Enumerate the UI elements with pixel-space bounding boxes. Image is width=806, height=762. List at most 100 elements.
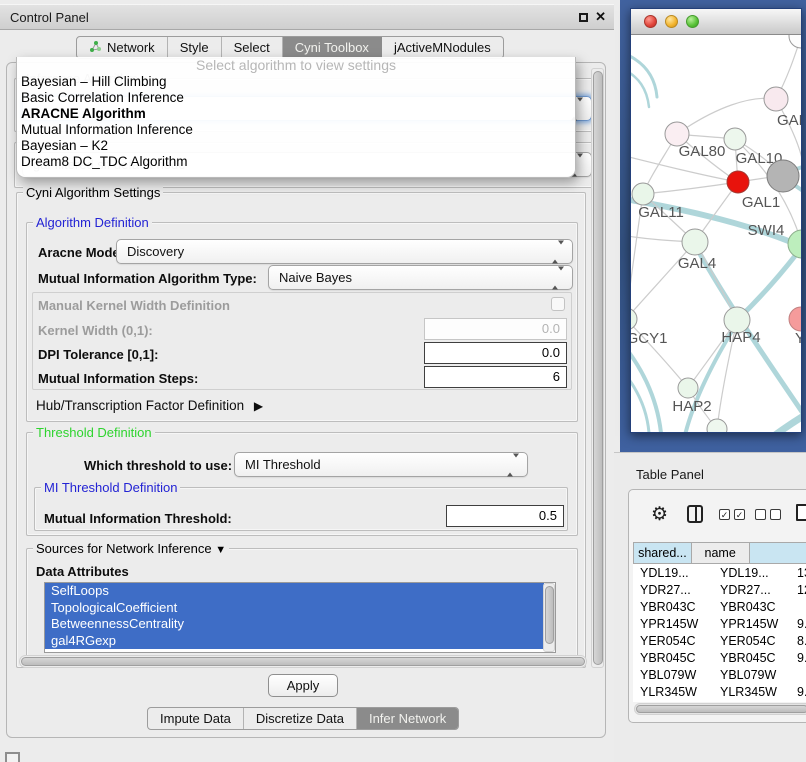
network-node-swi4[interactable] [788, 230, 801, 258]
tab-infer-network[interactable]: Infer Network [357, 708, 458, 729]
network-window-titlebar[interactable] [631, 9, 801, 35]
table-row[interactable]: YDL19...YDL19...13 [633, 564, 806, 581]
close-icon[interactable]: ✕ [595, 9, 606, 25]
network-node-gcy1[interactable] [631, 308, 637, 330]
document-icon[interactable] [796, 504, 806, 521]
tab-impute-data[interactable]: Impute Data [148, 708, 244, 729]
aracne-mode-value: Discovery [127, 244, 184, 259]
checked-checkbox-icon[interactable]: ✓ [719, 509, 730, 520]
zoom-traffic-light[interactable] [686, 15, 699, 28]
network-view-window[interactable]: GALGAL80GAL10GAL1GAL11SWI4GAL4GCY1HAP4YH… [630, 8, 802, 433]
attribute-item-betweennesscentrality[interactable]: BetweennessCentrality [45, 616, 544, 633]
network-node[interactable] [767, 160, 799, 192]
attr-list-scrollbar[interactable] [543, 583, 555, 652]
network-node-gal[interactable] [764, 87, 788, 111]
aracne-mode-combo[interactable]: Discovery [116, 239, 573, 264]
tab-jactivemnodules[interactable]: jActiveMNodules [382, 37, 503, 58]
kernel-width-field[interactable]: 0.0 [424, 318, 567, 340]
which-threshold-combo[interactable]: MI Threshold [234, 452, 528, 477]
cell-name: YBL079W [713, 668, 792, 682]
data-attributes-list[interactable]: SelfLoopsTopologicalCoefficientBetweenne… [44, 582, 556, 653]
network-node-gal1[interactable] [727, 171, 749, 193]
triangle-down-icon: ▼ [215, 544, 226, 556]
screen: Control Panel ✕ NetworkStyleSelectCyni T… [0, 0, 806, 762]
unchecked-checkbox-icon[interactable] [770, 509, 781, 520]
network-node-hap2[interactable] [678, 378, 698, 398]
triangle-right-icon: ▶ [254, 399, 263, 413]
table-row[interactable]: YPR145WYPR145W9. [633, 615, 806, 632]
tab-label: Cyni Toolbox [295, 40, 369, 55]
cell-shared-name: YIL052C [633, 702, 713, 703]
settings-vertical-scrollbar[interactable] [591, 68, 604, 668]
tab-cyni-toolbox[interactable]: Cyni Toolbox [283, 37, 382, 58]
table-row[interactable]: YBL079WYBL079W [633, 666, 806, 683]
table-row[interactable]: YBR045CYBR045C9. [633, 649, 806, 666]
minimize-traffic-light[interactable] [665, 15, 678, 28]
table-row[interactable]: YBR043CYBR043C [633, 598, 806, 615]
hub-expander-label: Hub/Transcription Factor Definition [36, 398, 244, 413]
cell-value: 9. [792, 617, 806, 631]
mi-type-combo[interactable]: Naive Bayes [268, 265, 573, 290]
cell-shared-name: YLR345W [633, 685, 713, 699]
tab-network[interactable]: Network [77, 37, 168, 58]
network-node-y[interactable] [789, 307, 801, 331]
table-panel-title: Table Panel [636, 467, 704, 482]
algorithm-definition-title: Algorithm Definition [33, 215, 152, 230]
cyni-algorithm-settings-title: Cyni Algorithm Settings [23, 185, 163, 200]
apply-button[interactable]: Apply [268, 674, 338, 697]
column-header-shared-name[interactable]: shared... [633, 542, 692, 564]
algorithm-option-dream8-dc-tdc-algorithm[interactable]: Dream8 DC_TDC Algorithm [17, 154, 575, 170]
node-label-gcy1: GCY1 [631, 330, 667, 347]
tab-label: Select [234, 40, 270, 55]
cell-shared-name: YBR043C [633, 600, 713, 614]
table-row[interactable]: YER054CYER054C8. [633, 632, 806, 649]
table-header[interactable]: shared... name [633, 542, 806, 564]
network-canvas[interactable]: GALGAL80GAL10GAL1GAL11SWI4GAL4GCY1HAP4YH… [631, 35, 801, 432]
bottom-tabs: Impute DataDiscretize DataInfer Network [147, 707, 459, 730]
sources-group-title[interactable]: Sources for Network Inference ▼ [33, 541, 229, 556]
column-header-name[interactable]: name [692, 542, 750, 564]
column-browser-icon[interactable] [687, 505, 703, 523]
table-panel-box: ⚙ ✓ ✓ shared... name YDL19...YDL19...13Y… [628, 489, 806, 723]
hub-expander[interactable]: Hub/Transcription Factor Definition ▶ [36, 398, 263, 413]
algorithm-option-bayesian-hill-climbing[interactable]: Bayesian – Hill Climbing [17, 74, 575, 90]
attribute-item-selfloops[interactable]: SelfLoops [45, 583, 544, 600]
table-row[interactable]: YLR345WYLR345W9. [633, 683, 806, 700]
gear-icon[interactable]: ⚙ [651, 505, 668, 524]
column-header-partial[interactable] [750, 542, 806, 564]
network-node-gal10[interactable] [724, 128, 746, 150]
table-row[interactable]: YDR27...YDR27...12 [633, 581, 806, 598]
cell-shared-name: YDL19... [633, 566, 713, 580]
attribute-item-gal4rgexp[interactable]: gal4RGexp [45, 633, 544, 650]
close-traffic-light[interactable] [644, 15, 657, 28]
tab-select[interactable]: Select [222, 37, 283, 58]
cell-value: 9. [792, 685, 806, 699]
table-row[interactable]: YIL052CYIL052C9 [633, 700, 806, 702]
algorithm-option-aracne-algorithm[interactable]: ARACNE Algorithm [17, 106, 575, 122]
cell-shared-name: YER054C [633, 634, 713, 648]
algorithm-option-mutual-information-inference[interactable]: Mutual Information Inference [17, 122, 575, 138]
network-node-gal11[interactable] [632, 183, 654, 205]
panel-grip-icon[interactable] [5, 752, 20, 762]
algorithm-option-bayesian-k2[interactable]: Bayesian – K2 [17, 138, 575, 154]
tab-style[interactable]: Style [168, 37, 222, 58]
manual-kernel-checkbox[interactable] [551, 297, 565, 311]
checked-checkbox-icon[interactable]: ✓ [734, 509, 745, 520]
table-rows[interactable]: YDL19...YDL19...13YDR27...YDR27...12YBR0… [633, 564, 806, 702]
mi-threshold-field[interactable]: 0.5 [446, 505, 564, 527]
table-panel-area: Table Panel ⚙ ✓ ✓ shared... name YDL19..… [614, 452, 806, 762]
attribute-item-topologicalcoefficient[interactable]: TopologicalCoefficient [45, 600, 544, 617]
tab-discretize-data[interactable]: Discretize Data [244, 708, 357, 729]
node-label-gal: GAL [777, 112, 801, 129]
float-window-icon[interactable] [579, 13, 588, 22]
algorithm-option-basic-correlation-inference[interactable]: Basic Correlation Inference [17, 90, 575, 106]
dpi-tolerance-field[interactable]: 0.0 [424, 342, 567, 364]
combo-arrows-icon [552, 244, 564, 259]
mi-steps-field[interactable]: 6 [424, 366, 567, 388]
network-node-gal4[interactable] [682, 229, 708, 255]
unchecked-checkbox-icon[interactable] [755, 509, 766, 520]
table-horizontal-scrollbar[interactable] [634, 703, 806, 715]
settings-horizontal-scrollbar[interactable] [19, 655, 587, 668]
node-label-gal1: GAL1 [742, 194, 780, 211]
network-node[interactable] [789, 35, 801, 48]
